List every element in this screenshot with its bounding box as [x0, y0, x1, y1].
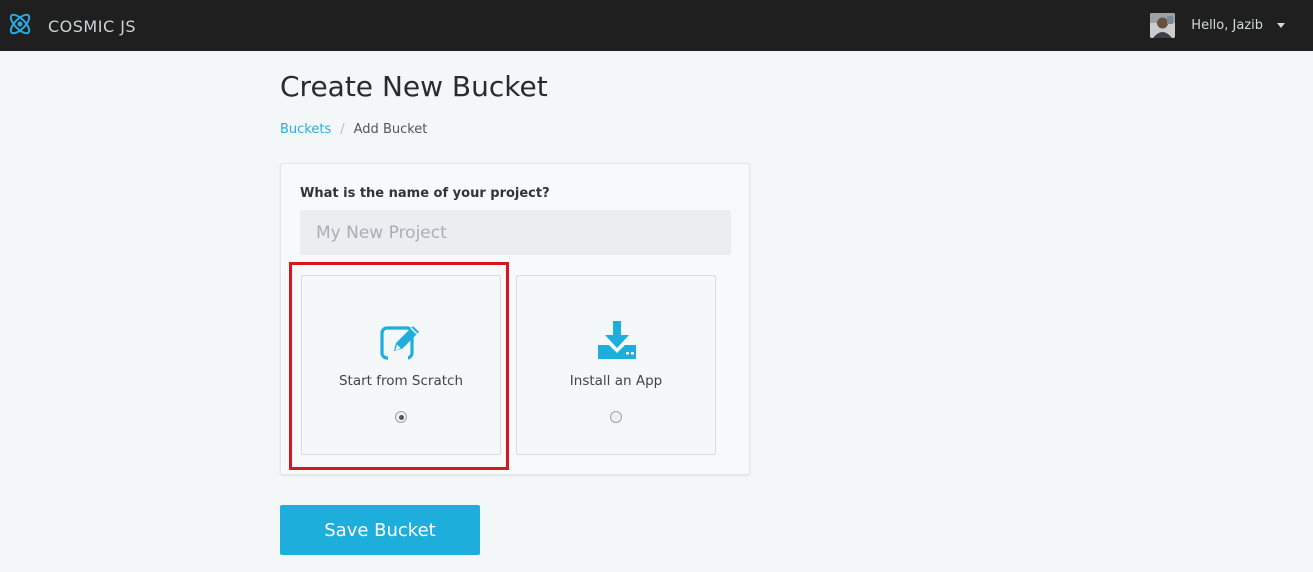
avatar — [1150, 13, 1176, 38]
start-from-scratch-radio[interactable] — [395, 411, 407, 423]
start-from-scratch-label: Start from Scratch — [338, 373, 464, 389]
project-name-input[interactable] — [300, 210, 731, 255]
top-navbar: COSMIC JS Hello, Jazib — [0, 0, 1313, 51]
download-icon — [595, 321, 639, 361]
project-name-label: What is the name of your project? — [300, 186, 550, 201]
breadcrumb-current: Add Bucket — [353, 122, 428, 137]
caret-down-icon[interactable] — [1277, 23, 1285, 28]
breadcrumb-buckets-link[interactable]: Buckets — [280, 122, 331, 137]
install-app-option[interactable]: Install an App — [516, 275, 716, 455]
brand-logo-link[interactable]: COSMIC JS — [5, 10, 136, 42]
atom-logo-icon — [5, 9, 35, 43]
user-menu[interactable]: Hello, Jazib — [1150, 13, 1285, 38]
brand-name: COSMIC JS — [48, 16, 137, 36]
page-title: Create New Bucket — [280, 70, 548, 103]
breadcrumb-separator: / — [340, 122, 345, 137]
edit-icon — [380, 321, 424, 361]
save-bucket-button[interactable]: Save Bucket — [280, 505, 480, 555]
start-from-scratch-option[interactable]: Start from Scratch — [301, 275, 501, 455]
breadcrumb: Buckets / Add Bucket — [280, 122, 427, 137]
install-app-label: Install an App — [569, 373, 663, 389]
install-app-radio[interactable] — [610, 411, 622, 423]
user-greeting: Hello, Jazib — [1191, 18, 1263, 33]
create-bucket-card: What is the name of your project? Start … — [280, 163, 750, 475]
